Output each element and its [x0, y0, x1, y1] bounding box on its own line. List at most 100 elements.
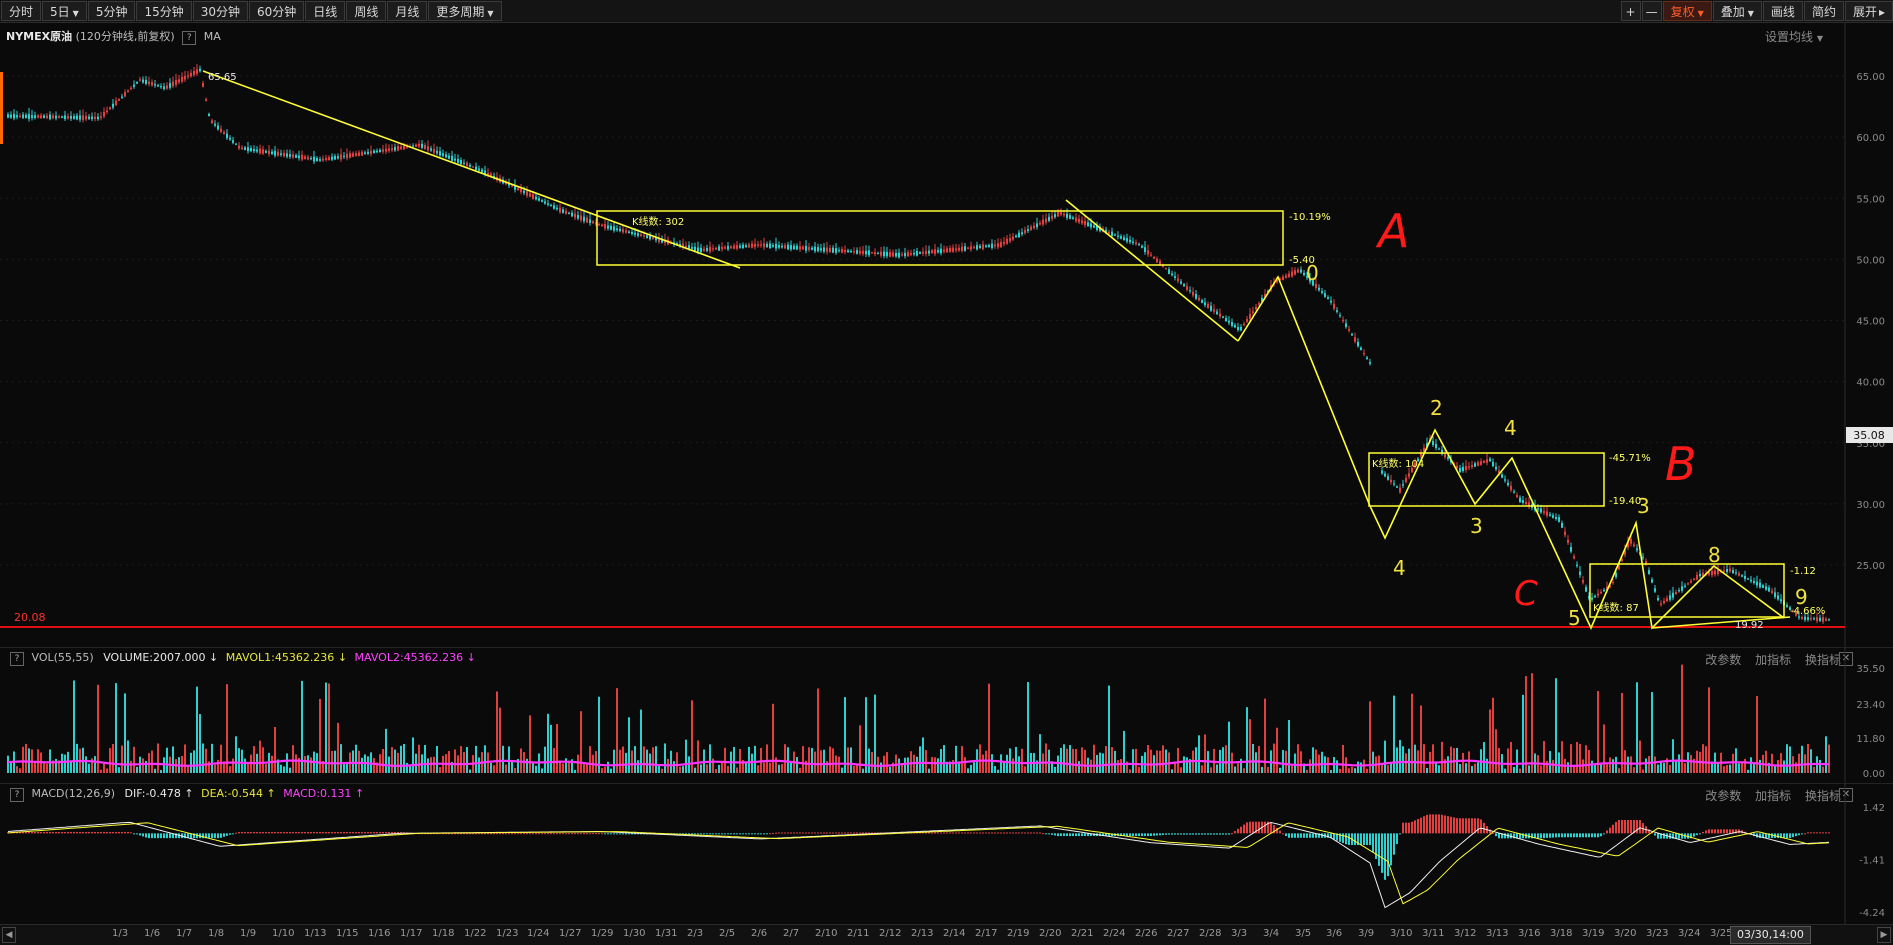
- candle-body: [883, 251, 885, 257]
- macd-bar: [136, 833, 138, 835]
- candle-body: [613, 226, 615, 231]
- volume-bar: [727, 765, 729, 773]
- candle-body: [364, 152, 366, 154]
- macd-bar: [1036, 832, 1038, 834]
- macd-bar: [1804, 833, 1806, 835]
- volume-bar: [49, 749, 51, 773]
- macd-bar: [1606, 830, 1608, 834]
- trend-lines[interactable]: [202, 70, 1791, 630]
- macd-bar: [1483, 822, 1485, 834]
- volume-bar: [748, 746, 750, 773]
- macd-bar: [1612, 824, 1614, 834]
- candle-body: [1090, 223, 1092, 228]
- volume-bar: [1726, 765, 1728, 773]
- candle-body: [172, 81, 174, 87]
- candle-body: [1027, 229, 1029, 231]
- candle-body: [547, 203, 549, 205]
- candle-body: [541, 200, 543, 202]
- volume-bar: [1492, 697, 1494, 773]
- volume-bar: [1633, 767, 1635, 773]
- volume-bar: [1741, 761, 1743, 773]
- time-axis-label: 2/20: [1039, 928, 1062, 939]
- macd-bar: [1216, 833, 1218, 835]
- time-axis-label: 3/24: [1678, 928, 1701, 939]
- macd-bar: [250, 832, 252, 834]
- macd-bar: [1441, 814, 1443, 834]
- candle-body: [118, 99, 120, 101]
- time-axis-label: 3/10: [1390, 928, 1413, 939]
- candle-body: [634, 232, 636, 235]
- candle-body: [1036, 223, 1038, 228]
- macd-bar: [1597, 833, 1599, 838]
- volume-bar: [1399, 740, 1401, 773]
- candle-body: [1123, 237, 1125, 240]
- candle-body: [40, 115, 42, 119]
- macd-bar: [739, 833, 741, 835]
- macd-bar: [1480, 819, 1482, 834]
- macd-bar: [556, 833, 558, 835]
- candle-body: [1057, 211, 1059, 217]
- volume-bar: [61, 753, 63, 773]
- candle-body: [1303, 272, 1305, 276]
- candle-body: [697, 247, 699, 252]
- macd-bar: [484, 833, 486, 835]
- macd-bar: [1252, 821, 1254, 834]
- volume-bar: [274, 727, 276, 773]
- candle-body: [460, 159, 462, 165]
- volume-bar: [775, 757, 777, 773]
- volume-bar: [1234, 766, 1236, 773]
- kline-chart-canvas[interactable]: 65.0060.0055.0050.0045.0040.0035.0030.00…: [0, 0, 1893, 924]
- macd-bar: [787, 832, 789, 834]
- macd-bar: [385, 832, 387, 834]
- macd-bar: [295, 832, 297, 834]
- volume-bar: [604, 766, 606, 773]
- volume-bar: [940, 749, 942, 773]
- scroll-left-icon[interactable]: ◀: [2, 927, 16, 943]
- volume-bar: [7, 755, 9, 773]
- candle-body: [790, 245, 792, 250]
- candle-body: [568, 212, 570, 215]
- volume-bar: [415, 753, 417, 773]
- volume-bar: [133, 746, 135, 773]
- macd-bar: [1165, 833, 1167, 835]
- volume-bar: [1507, 748, 1509, 773]
- volume-bar: [1387, 765, 1389, 773]
- candle-body: [217, 125, 219, 130]
- volume-bar: [1309, 759, 1311, 773]
- volume-bar: [661, 768, 663, 773]
- volume-bar: [1615, 756, 1617, 773]
- candle-body: [640, 234, 642, 237]
- candle-body: [1519, 497, 1521, 503]
- candle-body: [376, 150, 378, 153]
- candle-body: [481, 169, 483, 173]
- macd-bar: [121, 831, 123, 834]
- volume-bar: [907, 757, 909, 773]
- volume-bar: [1000, 754, 1002, 773]
- macd-bar: [475, 833, 477, 835]
- macd-bar: [1066, 833, 1068, 837]
- candle-body: [1399, 487, 1401, 493]
- macd-bar: [829, 832, 831, 834]
- volume-bar: [25, 743, 27, 773]
- candle-body: [1651, 579, 1653, 583]
- volume-bar: [1024, 766, 1026, 773]
- macd-bar: [934, 832, 936, 834]
- candle-body: [1228, 320, 1230, 323]
- macd-bar: [1828, 832, 1830, 834]
- volume-bar: [1021, 748, 1023, 773]
- candle-body: [712, 248, 714, 250]
- candle-body: [877, 252, 879, 254]
- macd-bar: [1219, 833, 1221, 835]
- candle-body: [1138, 243, 1140, 246]
- candle-body: [1801, 617, 1803, 620]
- volume-bar: [1237, 763, 1239, 773]
- candlestick-series: [7, 64, 1830, 625]
- scroll-right-icon[interactable]: ▶: [1877, 927, 1891, 943]
- macd-bar: [958, 832, 960, 834]
- time-axis-label: 3/6: [1326, 928, 1343, 939]
- range-box-a[interactable]: [596, 210, 1284, 266]
- volume-bar: [1306, 769, 1308, 773]
- volume-bar: [1822, 766, 1824, 773]
- macd-bar: [1189, 833, 1191, 835]
- candle-body: [1513, 491, 1515, 493]
